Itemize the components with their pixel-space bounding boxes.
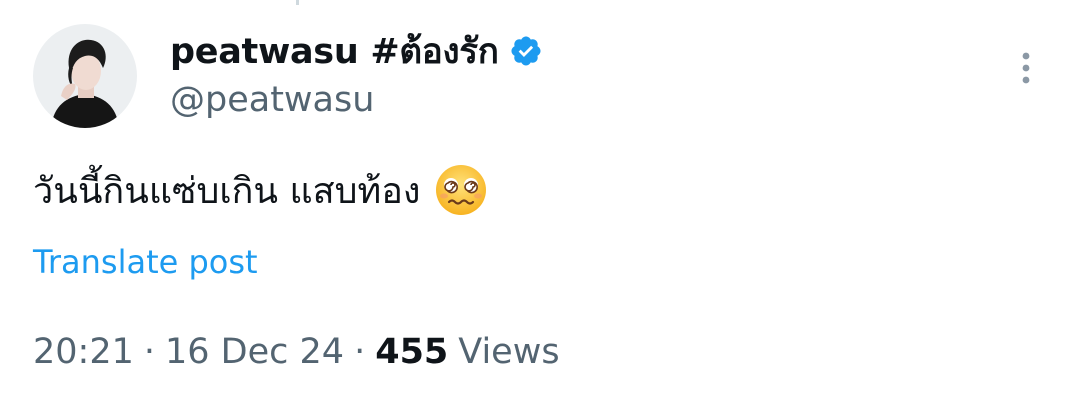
dizzy-woozy-face-icon bbox=[436, 165, 487, 215]
author-handle[interactable]: @peatwasu bbox=[170, 80, 374, 120]
author-name-row[interactable]: peatwasu #ต้องรัก bbox=[170, 28, 543, 74]
author-display-name[interactable]: peatwasu #ต้องรัก bbox=[170, 24, 499, 79]
top-edge-fragment bbox=[296, 0, 299, 5]
post-body: วันนี้กินแซ่บเกิน แสบท้อง bbox=[33, 160, 488, 220]
verified-badge-icon bbox=[511, 36, 541, 66]
post-text: วันนี้กินแซ่บเกิน แสบท้อง bbox=[33, 170, 421, 212]
views-label[interactable]: Views bbox=[458, 332, 559, 372]
post-meta: 20:21 · 16 Dec 24 · 455 Views bbox=[33, 330, 560, 374]
more-vertical-icon bbox=[1022, 52, 1030, 84]
post-time[interactable]: 20:21 bbox=[33, 332, 134, 372]
translate-post-link[interactable]: Translate post bbox=[33, 243, 258, 281]
meta-separator: · bbox=[354, 332, 366, 372]
post-date[interactable]: 16 Dec 24 bbox=[165, 332, 344, 372]
more-options-button[interactable] bbox=[1006, 46, 1046, 90]
meta-separator: · bbox=[143, 332, 156, 372]
avatar[interactable] bbox=[33, 24, 137, 128]
avatar-photo bbox=[33, 24, 137, 128]
views-count[interactable]: 455 bbox=[375, 332, 448, 372]
